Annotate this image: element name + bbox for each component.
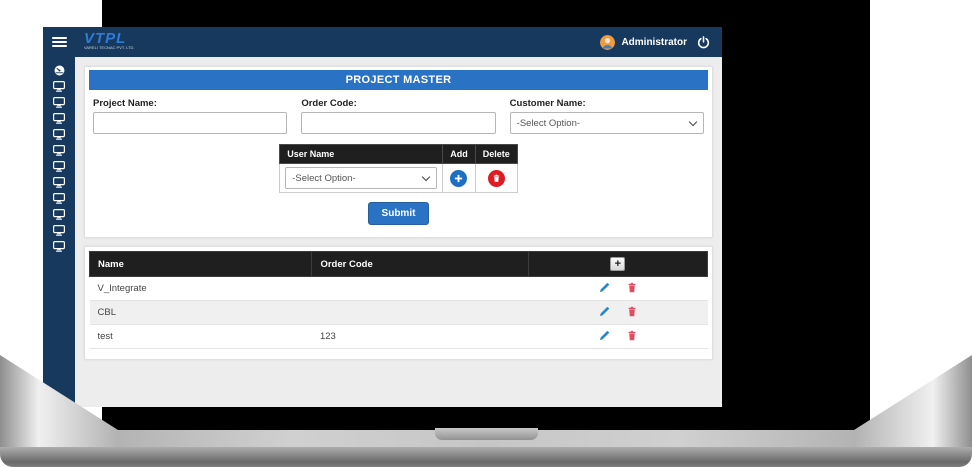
vtpl-logo: VTPL VARELI TECNAC PVT. LTD. [84,31,185,54]
delete-row-button[interactable] [620,329,644,344]
delete-user-button[interactable] [488,170,505,187]
table-row: CBL [90,301,708,325]
sidebar-item-module-8[interactable] [43,190,75,206]
project-name-cell: V_Integrate [90,277,312,301]
edit-row-button[interactable] [592,305,617,320]
monitor-icon [53,193,65,204]
user-name-select[interactable]: -Select Option- [285,167,437,189]
main-content: PROJECT MASTER Project Name: Order Code:… [75,57,722,407]
monitor-icon [53,225,65,236]
hamburger-menu-icon[interactable] [43,27,75,57]
laptop-base-bottom [0,447,972,467]
logout-power-icon[interactable] [697,36,710,49]
project-name-cell: test [90,325,312,349]
delete-row-button[interactable] [620,281,644,296]
add-col-header: Add [443,145,476,164]
sidebar-item-module-2[interactable] [43,94,75,110]
order-code-label: Order Code: [301,98,495,109]
order-code-cell [312,301,528,325]
projects-list-card: Name Order Code + V_Integrate [84,246,713,360]
sidebar-item-module-5[interactable] [43,142,75,158]
user-avatar-icon[interactable] [600,35,615,50]
project-table-body: V_Integrate CBL [90,277,708,349]
submit-button[interactable]: Submit [368,202,430,225]
monitor-icon [53,97,65,108]
order-code-cell [312,277,528,301]
order-code-input[interactable] [301,112,495,134]
project-name-cell: CBL [90,301,312,325]
monitor-icon [53,161,65,172]
table-row: V_Integrate [90,277,708,301]
edit-row-button[interactable] [592,329,617,344]
sidebar-item-module-4[interactable] [43,126,75,142]
customer-name-select-wrap: -Select Option- [510,112,704,134]
sidebar-item-module-11[interactable] [43,238,75,254]
laptop-latch [435,428,538,440]
monitor-icon [53,81,65,92]
sidebar [43,57,75,407]
user-assignment-table: User Name Add Delete -Select Option- [279,144,518,193]
trash-icon [627,282,637,293]
pencil-icon [599,282,610,293]
customer-name-select[interactable]: -Select Option- [510,112,704,134]
app-window: VTPL VARELI TECNAC PVT. LTD. Administrat… [43,27,722,407]
add-project-button[interactable]: + [610,257,625,271]
table-row: test 123 [90,325,708,349]
monitor-icon [53,241,65,252]
dashboard-icon [54,65,65,76]
monitor-icon [53,145,65,156]
top-navbar: VTPL VARELI TECNAC PVT. LTD. Administrat… [43,27,722,57]
monitor-icon [53,129,65,140]
page-title: PROJECT MASTER [89,70,708,90]
monitor-icon [53,209,65,220]
order-code-col-header: Order Code [312,252,528,277]
projects-table: Name Order Code + V_Integrate [89,251,708,349]
project-master-card: PROJECT MASTER Project Name: Order Code:… [84,66,713,238]
logo-subtext: VARELI TECNAC PVT. LTD. [84,46,185,50]
edit-row-button[interactable] [592,281,617,296]
pencil-icon [599,306,610,317]
sidebar-item-module-1[interactable] [43,78,75,94]
sidebar-item-module-6[interactable] [43,158,75,174]
sidebar-item-module-10[interactable] [43,222,75,238]
monitor-icon [53,113,65,124]
user-name-select-wrap: -Select Option- [285,167,437,189]
project-name-input[interactable] [93,112,287,134]
customer-name-label: Customer Name: [510,98,704,109]
logo-text: VTPL [84,31,185,46]
monitor-icon [53,177,65,188]
trash-icon [492,174,501,183]
sidebar-item-module-9[interactable] [43,206,75,222]
sidebar-item-module-7[interactable] [43,174,75,190]
sidebar-item-module-3[interactable] [43,110,75,126]
order-code-cell: 123 [312,325,528,349]
trash-icon [627,330,637,341]
pencil-icon [599,330,610,341]
plus-icon [454,174,463,183]
delete-row-button[interactable] [620,305,644,320]
trash-icon [627,306,637,317]
sidebar-item-dashboard[interactable] [43,62,75,78]
logged-in-user: Administrator [621,37,687,48]
name-col-header: Name [90,252,312,277]
delete-col-header: Delete [475,145,517,164]
project-name-label: Project Name: [93,98,287,109]
add-user-button[interactable] [450,170,467,187]
user-name-col-header: User Name [280,145,443,164]
